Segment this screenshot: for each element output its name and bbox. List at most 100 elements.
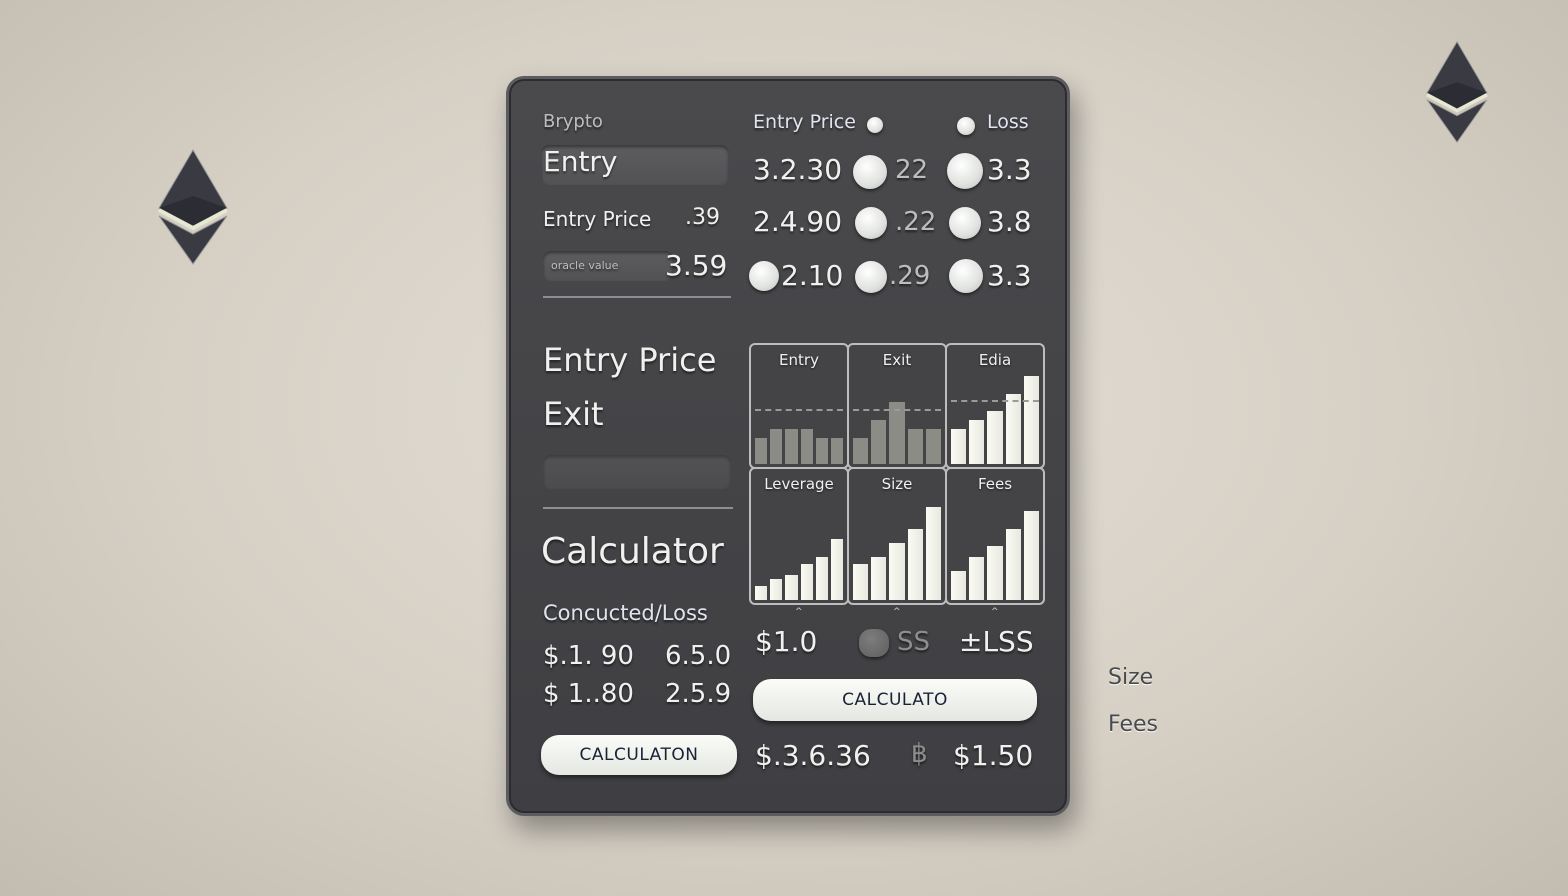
- chart-bar: [969, 557, 985, 600]
- chart-bar: [987, 546, 1003, 600]
- chart-card-exit: Exit: [847, 343, 947, 469]
- calculator-panel: Brypto Entry Entry Price .39 oracle valu…: [506, 76, 1070, 816]
- divider: [543, 507, 733, 509]
- chart-bar: [1023, 376, 1040, 464]
- grid-r2-c3: 3.8: [987, 205, 1032, 238]
- radio-r2-b[interactable]: [949, 207, 981, 239]
- grid-r3-c2: .29: [889, 261, 931, 291]
- chart-bar: [907, 529, 923, 600]
- entry-price-label: Entry Price: [543, 207, 652, 231]
- chart-tick: ^: [893, 607, 901, 617]
- summary-loss: ±LSS: [959, 625, 1034, 658]
- chart-bar: [785, 429, 798, 464]
- calculate-button-left[interactable]: CALCULATON: [541, 735, 737, 775]
- radio-r1-a[interactable]: [853, 155, 887, 189]
- total-value: $.3.6.36: [755, 739, 871, 772]
- chart-bar: [907, 429, 923, 464]
- grid-r3-c3: 3.3: [987, 259, 1032, 292]
- chart-card-fees: Fees: [945, 467, 1045, 605]
- chart-reference-line: [853, 409, 941, 411]
- chart-bar: [1023, 511, 1040, 600]
- chart-bar: [853, 564, 869, 600]
- chart-bar: [925, 429, 942, 464]
- chart-bar: [770, 579, 783, 600]
- chart-title: Edia: [978, 351, 1012, 369]
- ethereum-icon-right: [1426, 40, 1488, 143]
- grid-header-entry-price: Entry Price: [753, 111, 856, 133]
- grid-r1-c3: 3.3: [987, 153, 1032, 186]
- chart-bar: [871, 420, 887, 464]
- exit-field[interactable]: [543, 455, 731, 489]
- chart-tick: ^: [991, 607, 999, 617]
- entry-field-label: Entry: [543, 145, 618, 178]
- chart-bar: [871, 557, 887, 600]
- app-label: Brypto: [543, 111, 603, 132]
- chart-bar: [815, 438, 828, 464]
- toggle-indicator[interactable]: [859, 629, 889, 657]
- radio-entry-price[interactable]: [867, 117, 883, 133]
- chart-bar: [830, 438, 844, 464]
- grid-r2-c2: .22: [895, 207, 937, 237]
- chart-bar: [785, 575, 798, 600]
- chart-card-edia: Edia: [945, 343, 1045, 469]
- grid-r1-c2: 22: [895, 155, 929, 185]
- grid-r1-c1: 3.2.30: [753, 153, 843, 186]
- chart-bar: [951, 571, 967, 600]
- fees-label: Fees: [1108, 712, 1158, 737]
- grid-r3-c1: 2.10: [781, 259, 844, 292]
- result-row-1-b: 6.5.0: [665, 641, 732, 671]
- chart-card-size: Size: [847, 467, 947, 605]
- result-row-2-b: 2.5.9: [665, 679, 732, 709]
- entry-price-value: .39: [685, 205, 720, 230]
- chart-bar: [853, 438, 869, 464]
- size-label: Size: [1108, 665, 1154, 690]
- radio-r3-b[interactable]: [949, 259, 983, 293]
- radio-r3-a[interactable]: [855, 261, 887, 293]
- chart-bar: [987, 411, 1003, 464]
- grid-r2-c1: 2.4.90: [753, 205, 843, 238]
- grid-header-loss: Loss: [987, 111, 1029, 133]
- chart-bar: [800, 564, 813, 600]
- oracle-value: 3.59: [665, 249, 728, 282]
- chart-bar: [889, 543, 905, 600]
- chart-title: Size: [881, 475, 913, 493]
- chart-bar: [770, 429, 783, 464]
- chart-card-entry: Entry: [749, 343, 849, 469]
- summary-ss: SS: [897, 627, 931, 657]
- chart-title: Entry: [779, 351, 819, 369]
- chart-bar: [800, 429, 813, 464]
- big-exit-label: Exit: [543, 395, 604, 433]
- oracle-input[interactable]: oracle value: [543, 251, 673, 281]
- result-row-1-a: $.1. 90: [543, 641, 634, 671]
- chart-bar: [951, 429, 967, 464]
- radio-r2-a[interactable]: [855, 207, 887, 239]
- calculate-button-right[interactable]: CALCULATO: [753, 679, 1037, 721]
- result-row-2-a: $ 1..80: [543, 679, 634, 709]
- summary-value: $1.0: [755, 625, 818, 658]
- radio-r3-pre[interactable]: [749, 261, 779, 291]
- chart-title: Exit: [882, 351, 912, 369]
- chart-bar: [969, 420, 985, 464]
- chart-bar: [755, 438, 768, 464]
- chart-title: Fees: [977, 475, 1013, 493]
- chart-reference-line: [755, 409, 843, 411]
- calculator-title: Calculator: [541, 531, 724, 572]
- chart-card-leverage: Leverage: [749, 467, 849, 605]
- total-fee: $1.50: [953, 739, 1034, 772]
- chart-bar: [755, 586, 768, 600]
- ethereum-icon-left: [158, 149, 228, 265]
- radio-r1-b[interactable]: [947, 153, 983, 189]
- chart-bar: [1005, 394, 1021, 464]
- result-label: Concucted/Loss: [543, 601, 708, 625]
- radio-loss[interactable]: [957, 117, 975, 135]
- chart-reference-line: [951, 400, 1039, 402]
- big-entry-price-label: Entry Price: [543, 341, 717, 379]
- divider: [543, 296, 731, 298]
- chart-title: Leverage: [764, 475, 834, 493]
- chart-bar: [889, 402, 905, 464]
- chart-tick: ^: [795, 607, 803, 617]
- chart-bar: [1005, 529, 1021, 600]
- chart-bar: [815, 557, 828, 600]
- chart-bar: [830, 539, 844, 600]
- chart-bar: [925, 507, 942, 600]
